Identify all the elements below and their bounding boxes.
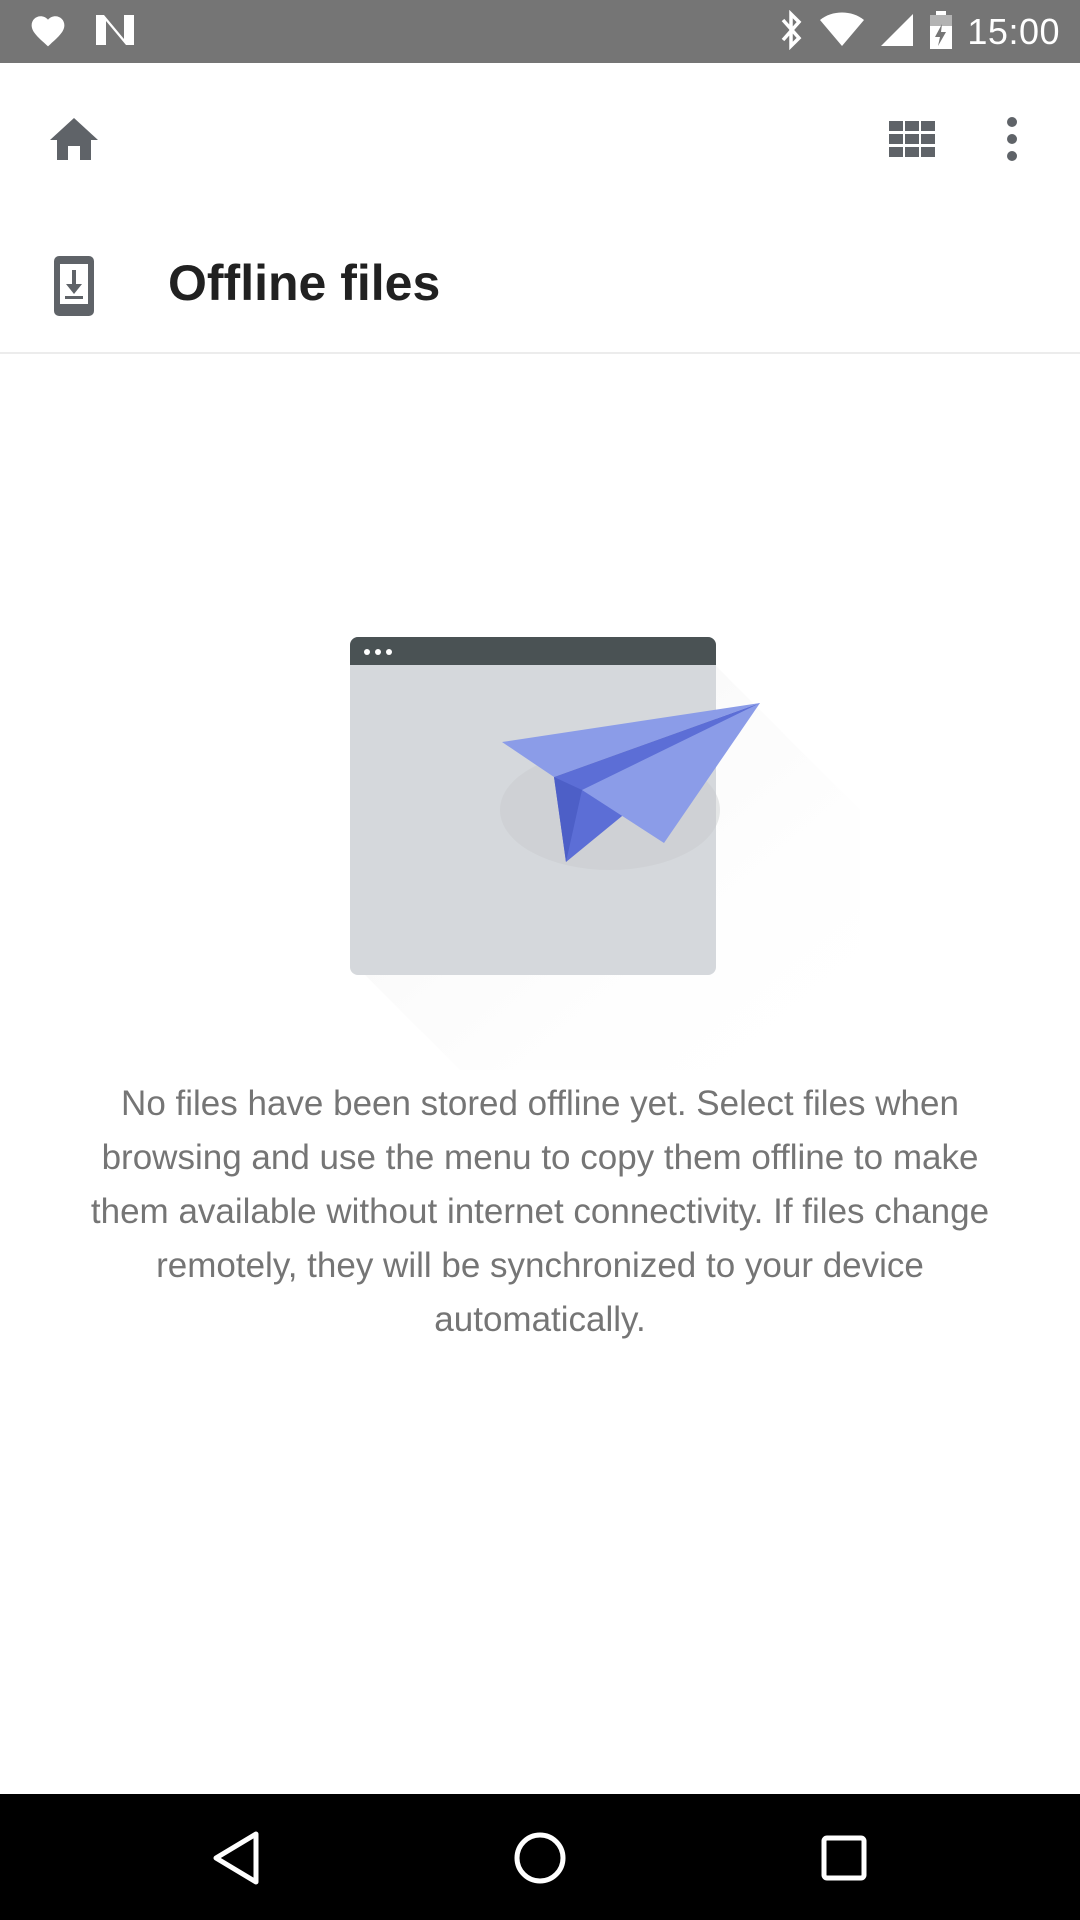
- back-triangle-icon: [213, 1831, 259, 1885]
- offline-download-icon: [54, 256, 94, 316]
- nav-recents-button[interactable]: [802, 1816, 886, 1900]
- system-nav-bar: [0, 1794, 1080, 1920]
- n-notification-icon: [94, 13, 136, 52]
- recents-square-icon: [821, 1835, 867, 1881]
- app-bar: [0, 63, 1080, 208]
- status-right-icons: 15:00: [779, 8, 1060, 56]
- page-title: Offline files: [168, 255, 441, 311]
- status-left-icons: [28, 12, 136, 52]
- home-button[interactable]: [34, 99, 114, 179]
- status-time: 15:00: [967, 11, 1060, 52]
- home-icon: [50, 118, 98, 160]
- battery-charging-icon: [929, 10, 953, 55]
- nav-home-button[interactable]: [498, 1816, 582, 1900]
- home-circle-icon: [514, 1832, 566, 1884]
- grid-view-button[interactable]: [872, 99, 952, 179]
- heart-icon: [28, 12, 68, 53]
- grid-view-icon: [889, 121, 935, 157]
- nav-back-button[interactable]: [194, 1816, 278, 1900]
- more-vertical-icon: [1007, 117, 1017, 161]
- bluetooth-icon: [779, 9, 805, 55]
- paper-plane-window-illustration: [350, 637, 860, 1070]
- wifi-icon: [819, 12, 865, 53]
- cell-signal-icon: [879, 12, 915, 53]
- page-header: Offline files: [0, 208, 1080, 354]
- status-bar: 15:00: [0, 0, 1080, 63]
- more-options-button[interactable]: [982, 99, 1042, 179]
- empty-state-message: No files have been stored offline yet. S…: [90, 1084, 990, 1339]
